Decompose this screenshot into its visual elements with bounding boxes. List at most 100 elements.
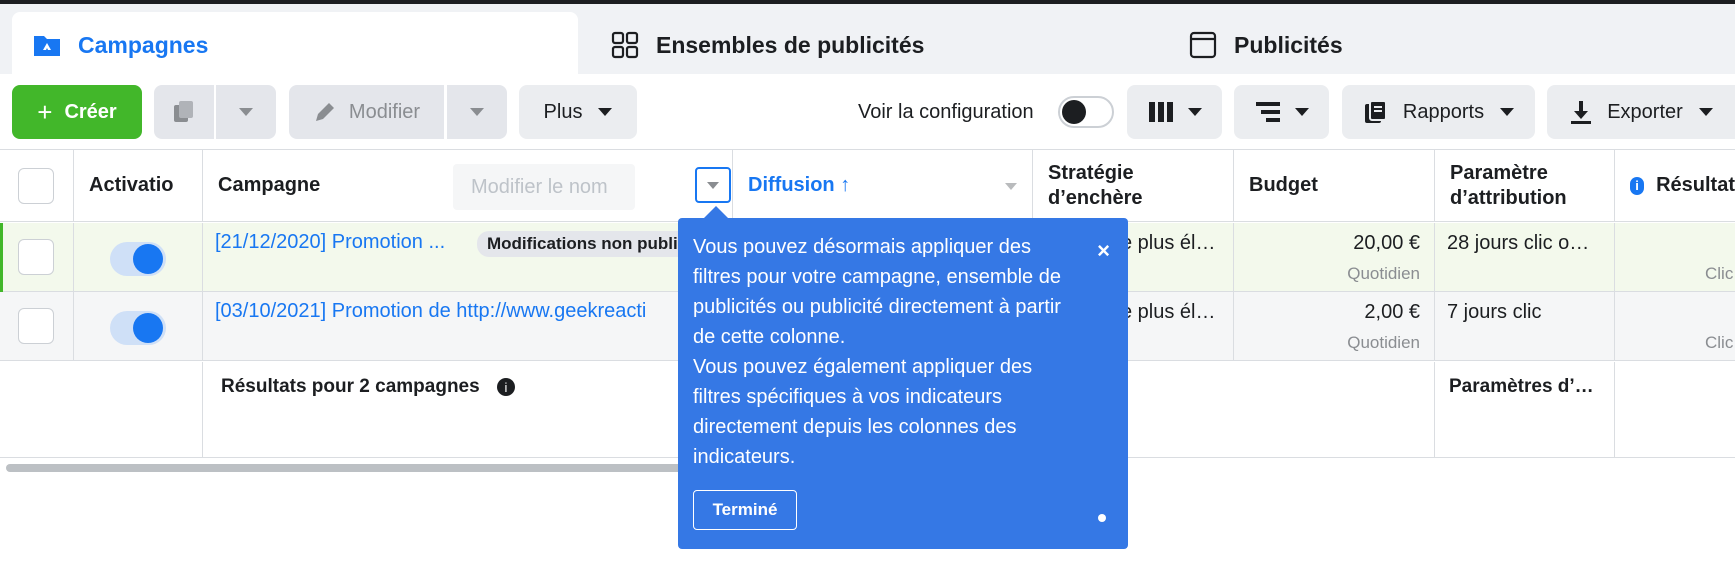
- toggle-knob: [1062, 100, 1086, 124]
- info-icon: i: [1630, 176, 1645, 195]
- chevron-down-icon: [1698, 108, 1713, 116]
- header-label: Activatio: [89, 174, 174, 196]
- more-label: Plus: [543, 100, 583, 123]
- grid-icon: [611, 31, 639, 59]
- attribution-value: 28 jours clic o…: [1447, 232, 1590, 254]
- reports-button[interactable]: Rapports: [1342, 85, 1535, 139]
- reports-label: Rapports: [1402, 100, 1485, 123]
- header-results[interactable]: i Résultat: [1615, 150, 1735, 222]
- header-label: Campagne: [218, 174, 321, 196]
- toolbar: + Créer Modifier Plus Voir la configurat…: [0, 74, 1735, 150]
- header-label-line1: Stratégie: [1048, 161, 1134, 184]
- rename-field[interactable]: Modifier le nom: [453, 164, 635, 210]
- done-button[interactable]: Terminé: [693, 490, 797, 530]
- chevron-down-icon: [1187, 108, 1202, 116]
- tooltip-body: Vous pouvez désormais appliquer des filt…: [693, 232, 1073, 472]
- header-budget[interactable]: Budget: [1234, 150, 1435, 222]
- edit-dropdown[interactable]: [447, 85, 507, 139]
- create-button[interactable]: + Créer: [12, 85, 142, 139]
- level-tabs: Campagnes Ensembles de publicités Public…: [0, 4, 1735, 78]
- chevron-down-icon: [239, 108, 253, 116]
- tab-label: Campagnes: [78, 31, 209, 58]
- results-value: Clic: [1705, 333, 1734, 352]
- summary-label: Résultats pour 2 campagnes: [221, 376, 480, 397]
- row-checkbox[interactable]: [18, 239, 54, 275]
- header-campaign[interactable]: Campagne Modifier le nom: [203, 150, 733, 222]
- header-label-line2: d’attribution: [1450, 186, 1567, 209]
- summary-attribution: Paramètres d’…: [1449, 376, 1594, 397]
- cell-select: [0, 223, 74, 291]
- columns-icon: [1148, 102, 1173, 122]
- info-icon[interactable]: i: [497, 378, 515, 396]
- budget-period: Quotidien: [1347, 333, 1420, 352]
- tooltip-arrow: [704, 206, 728, 218]
- columns-button[interactable]: [1127, 85, 1222, 139]
- close-icon[interactable]: ×: [1097, 238, 1110, 264]
- header-label-line1: Paramètre: [1450, 161, 1548, 184]
- edit-button[interactable]: Modifier: [289, 85, 444, 139]
- attribution-value: 7 jours clic: [1447, 301, 1542, 323]
- horizontal-scrollbar[interactable]: [6, 464, 706, 472]
- tab-ad-sets[interactable]: Ensembles de publicités: [590, 12, 1156, 78]
- toggle-knob: [133, 313, 163, 343]
- chevron-down-icon: [598, 108, 613, 116]
- chevron-down-icon: [1294, 108, 1309, 116]
- campaign-link[interactable]: [21/12/2020] Promotion ...: [215, 231, 445, 254]
- bid-strategy-value: e plus él…: [1121, 301, 1216, 323]
- tab-label: Ensembles de publicités: [656, 31, 925, 58]
- header-label: Budget: [1249, 174, 1318, 196]
- config-label: Voir la configuration: [858, 101, 1034, 123]
- cell-attribution: 7 jours clic: [1435, 292, 1615, 360]
- more-button[interactable]: Plus: [519, 85, 637, 139]
- tab-campaigns[interactable]: Campagnes: [12, 12, 578, 78]
- header-label: Résultat: [1656, 174, 1735, 196]
- header-delivery[interactable]: Diffusion ↑: [733, 150, 1033, 222]
- header-activation[interactable]: Activatio: [74, 150, 203, 222]
- campaign-toggle[interactable]: [110, 311, 166, 345]
- campaign-toggle[interactable]: [110, 242, 166, 276]
- filter-dropdown[interactable]: [695, 167, 731, 203]
- create-label: Créer: [64, 100, 117, 123]
- download-icon: [1571, 101, 1592, 124]
- filter-tip-popover: Vous pouvez désormais appliquer des filt…: [678, 206, 1128, 549]
- duplicate-icon: [174, 101, 193, 122]
- header-select: [0, 150, 74, 222]
- header-attribution[interactable]: Paramètre d’attribution: [1435, 150, 1615, 222]
- tooltip-text-2: Vous pouvez également appliquer des filt…: [693, 356, 1033, 468]
- budget-period: Quotidien: [1347, 264, 1420, 283]
- results-value: Clic: [1705, 264, 1734, 283]
- cell-campaign: [03/10/2021] Promotion de http://www.gee…: [203, 292, 733, 360]
- select-all-checkbox[interactable]: [18, 168, 54, 204]
- export-label: Exporter: [1607, 100, 1683, 123]
- tooltip-text-1: Vous pouvez désormais appliquer des filt…: [693, 236, 1061, 348]
- chevron-down-icon: [1005, 183, 1017, 190]
- chevron-down-icon: [1500, 108, 1515, 116]
- step-indicator-dot: [1098, 514, 1106, 522]
- row-checkbox[interactable]: [18, 308, 54, 344]
- cell-results: Clic: [1615, 292, 1735, 360]
- header-label-line2: d’enchère: [1048, 186, 1143, 209]
- cell-summary-left: [0, 362, 203, 457]
- cell-attribution: 28 jours clic o…: [1435, 223, 1615, 291]
- cell-summary-attribution: Paramètres d’…: [1435, 362, 1615, 457]
- rename-placeholder: Modifier le nom: [471, 175, 608, 198]
- cell-select: [0, 292, 74, 360]
- breakdown-button[interactable]: [1234, 85, 1329, 139]
- cell-campaign: [21/12/2020] Promotion ... Modifications…: [203, 223, 733, 291]
- duplicate-dropdown[interactable]: [216, 85, 276, 139]
- campaign-link[interactable]: [03/10/2021] Promotion de http://www.gee…: [215, 300, 646, 323]
- config-toggle[interactable]: [1058, 96, 1114, 128]
- tab-ads[interactable]: Publicités: [1168, 12, 1735, 78]
- toggle-knob: [133, 244, 163, 274]
- cell-results: Clic: [1615, 223, 1735, 291]
- window-icon: [1189, 31, 1217, 59]
- edit-label: Modifier: [348, 100, 421, 123]
- header-bid-strategy[interactable]: Stratégie d’enchère: [1033, 150, 1234, 222]
- duplicate-button[interactable]: [154, 85, 214, 139]
- chevron-down-icon: [707, 181, 719, 189]
- export-button[interactable]: Exporter: [1547, 85, 1735, 139]
- cell-activation: [74, 223, 203, 291]
- folder-icon: [34, 36, 60, 56]
- chevron-down-icon: [470, 108, 484, 116]
- cell-activation: [74, 292, 203, 360]
